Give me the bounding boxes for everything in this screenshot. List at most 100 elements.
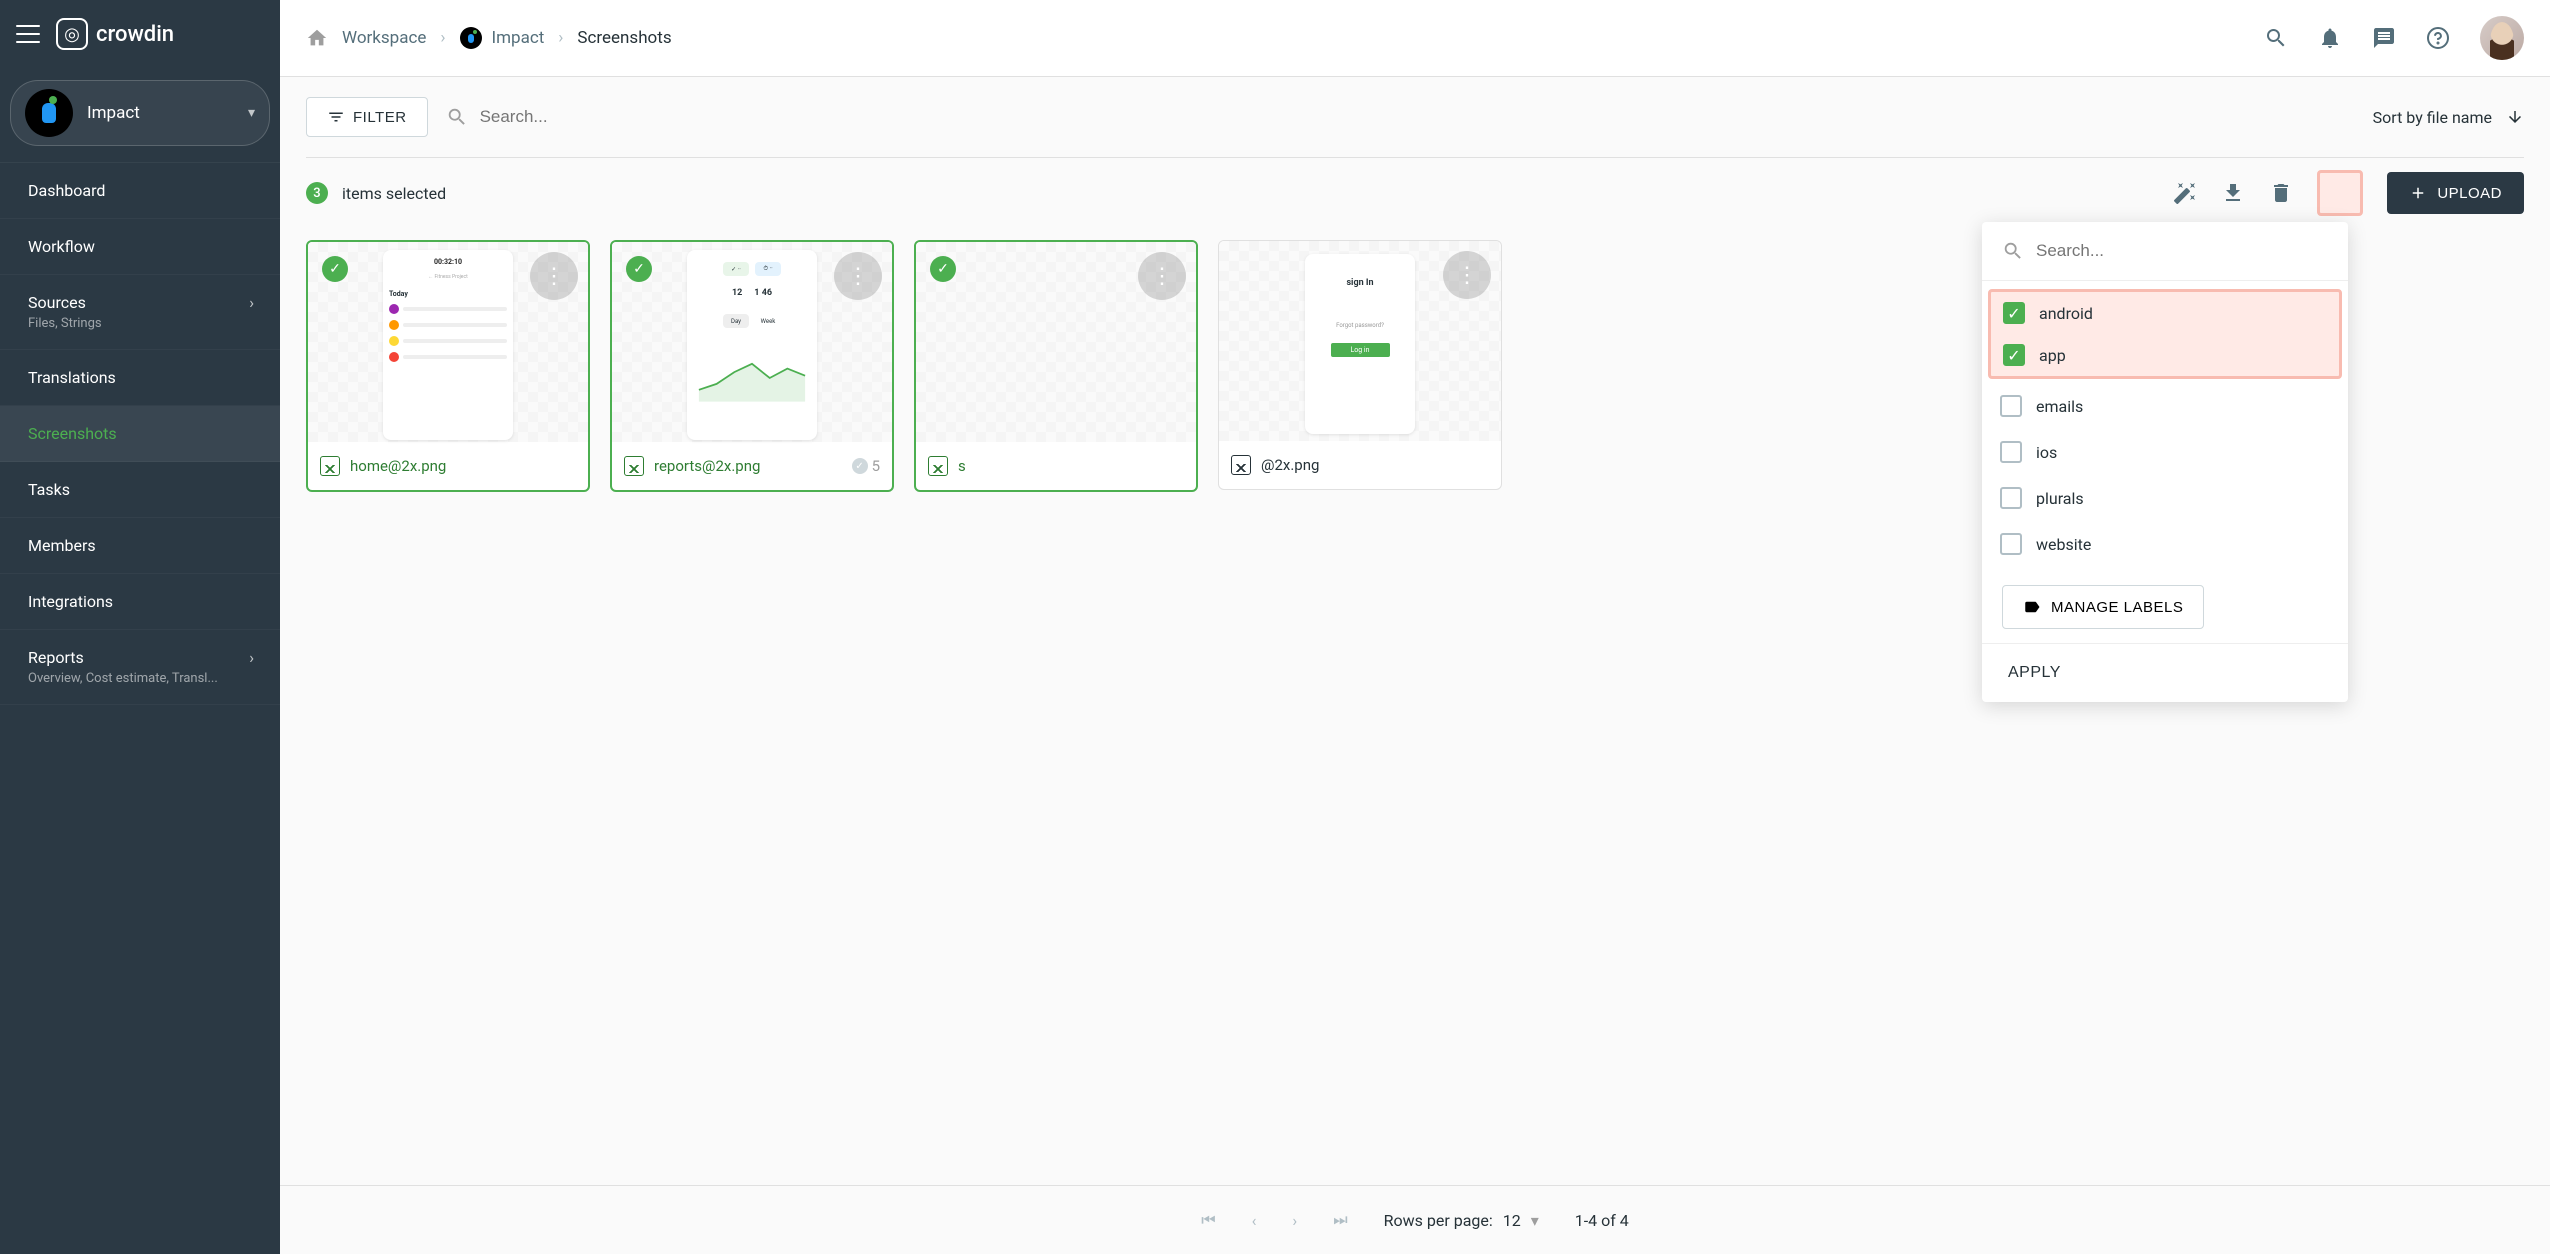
labels-search-input[interactable] [2036,241,2328,261]
thumbnail: ⋮sign InForgot password?Log in [1219,241,1501,441]
next-page-button[interactable]: › [1292,1211,1297,1230]
labels-list: ✓android✓app emailsiospluralswebsite [1982,281,2348,571]
sidebar: ◎ crowdin Impact ▾ DashboardWorkflowSour… [0,0,280,1254]
project-selector[interactable]: Impact ▾ [10,80,270,146]
checkbox-icon: ✓ [2003,302,2025,324]
nav-item-sources[interactable]: Sources›Files, Strings [0,275,280,350]
nav-item-reports[interactable]: Reports›Overview, Cost estimate, Transl.… [0,630,280,705]
search-input[interactable] [480,107,680,127]
help-icon[interactable] [2426,26,2450,50]
screenshot-card[interactable]: ⋮sign InForgot password?Log in@2x.png [1218,240,1502,490]
screenshot-card[interactable]: ✓⋮00:32:10← Fitness ProjectTodayhome@2x.… [306,240,590,492]
magic-wand-icon[interactable] [2173,181,2197,205]
nav-item-tasks[interactable]: Tasks [0,462,280,518]
chevron-right-icon: › [249,293,254,312]
card-footer: home@2x.png [308,442,588,490]
chevron-down-icon: ▾ [248,105,255,121]
checkbox-icon [2000,441,2022,463]
filename: s [958,457,966,475]
messages-icon[interactable] [2372,26,2396,50]
filter-button[interactable]: FILTER [306,97,428,137]
search-icon[interactable] [2264,26,2288,50]
checkbox-icon [2000,395,2022,417]
download-icon[interactable] [2221,181,2245,205]
delete-icon[interactable] [2269,181,2293,205]
chevron-right-icon: › [558,28,563,48]
nav-item-translations[interactable]: Translations [0,350,280,406]
selected-count-badge: 3 [306,182,328,204]
label-item-plurals[interactable]: plurals [1982,475,2348,521]
nav-item-integrations[interactable]: Integrations [0,574,280,630]
card-footer: @2x.png [1219,441,1501,489]
home-icon[interactable] [306,27,328,49]
project-mini-icon [460,27,482,49]
card-menu-button[interactable]: ⋮ [834,252,882,300]
labels-popup: ✓android✓app emailsiospluralswebsite MANA… [1982,222,2348,702]
plus-icon [2409,184,2427,202]
chevron-right-icon: › [440,28,445,48]
selected-check-icon: ✓ [626,256,652,282]
search-icon [2002,240,2024,262]
rows-per-page: Rows per page: 12 ▾ [1384,1211,1539,1230]
last-page-button[interactable]: ⏭ [1333,1210,1347,1230]
labels-search [1982,222,2348,281]
breadcrumb-current: Screenshots [577,28,671,48]
label-item-android[interactable]: ✓android [1991,292,2339,334]
brand-name: crowdin [96,22,174,47]
brand-icon: ◎ [56,18,88,50]
breadcrumb-project[interactable]: Impact [460,27,545,49]
notifications-icon[interactable] [2318,26,2342,50]
menu-toggle[interactable] [16,25,40,43]
image-icon [624,456,644,476]
label-item-app[interactable]: ✓app [1991,334,2339,376]
selected-label: items selected [342,184,446,203]
apply-button[interactable]: APPLY [2008,664,2061,682]
sort-selector[interactable]: Sort by file name [2373,108,2524,127]
card-menu-button[interactable]: ⋮ [1138,252,1186,300]
rows-per-page-value[interactable]: 12 [1503,1211,1521,1230]
topbar: Workspace › Impact › Screenshots [280,0,2550,77]
manage-labels-row: MANAGE LABELS [1982,571,2348,644]
search-area [446,106,680,128]
brand-logo[interactable]: ◎ crowdin [56,18,174,50]
toolbar-row-filter: FILTER Sort by file name [306,97,2524,158]
chevron-right-icon: › [249,648,254,667]
pagination: ⏮ ‹ › ⏭ Rows per page: 12 ▾ 1-4 of 4 [280,1185,2550,1254]
label-icon [2023,598,2041,616]
thumbnail: ✓⋮00:32:10← Fitness ProjectToday [308,242,588,442]
prev-page-button[interactable]: ‹ [1252,1211,1257,1230]
filename: home@2x.png [350,457,446,475]
topbar-actions [2264,16,2524,60]
first-page-button[interactable]: ⏮ [1201,1210,1215,1230]
thumbnail: ✓⋮✓ ··⏱ ··121 46DayWeek [612,242,892,442]
checkbox-icon [2000,533,2022,555]
upload-button[interactable]: UPLOAD [2387,172,2524,214]
user-avatar[interactable] [2480,16,2524,60]
apply-row: APPLY [1982,644,2348,702]
breadcrumb-workspace[interactable]: Workspace [342,28,426,48]
nav-item-members[interactable]: Members [0,518,280,574]
label-item-website[interactable]: website [1982,521,2348,567]
chevron-down-icon: ▾ [1531,1211,1539,1230]
breadcrumb: Workspace › Impact › Screenshots [306,27,672,49]
nav-item-screenshots[interactable]: Screenshots [0,406,280,462]
card-footer: reports@2x.png✓5 [612,442,892,490]
toolbar: FILTER Sort by file name 3 items selecte… [280,77,2550,228]
label-icon[interactable] [2317,170,2363,216]
checkbox-icon [2000,487,2022,509]
nav-item-workflow[interactable]: Workflow [0,219,280,275]
project-icon [25,89,73,137]
nav-item-dashboard[interactable]: Dashboard [0,163,280,219]
image-icon [320,456,340,476]
card-menu-button[interactable]: ⋮ [1443,251,1491,299]
card-menu-button[interactable]: ⋮ [530,252,578,300]
label-item-emails[interactable]: emails [1982,383,2348,429]
screenshot-card[interactable]: ✓⋮s [914,240,1198,492]
arrow-down-icon [2506,108,2524,126]
manage-labels-button[interactable]: MANAGE LABELS [2002,585,2204,629]
label-item-ios[interactable]: ios [1982,429,2348,475]
selected-check-icon: ✓ [322,256,348,282]
tag-count: ✓5 [852,457,880,475]
screenshot-card[interactable]: ✓⋮✓ ··⏱ ··121 46DayWeekreports@2x.png✓5 [610,240,894,492]
page-range: 1-4 of 4 [1575,1211,1629,1230]
